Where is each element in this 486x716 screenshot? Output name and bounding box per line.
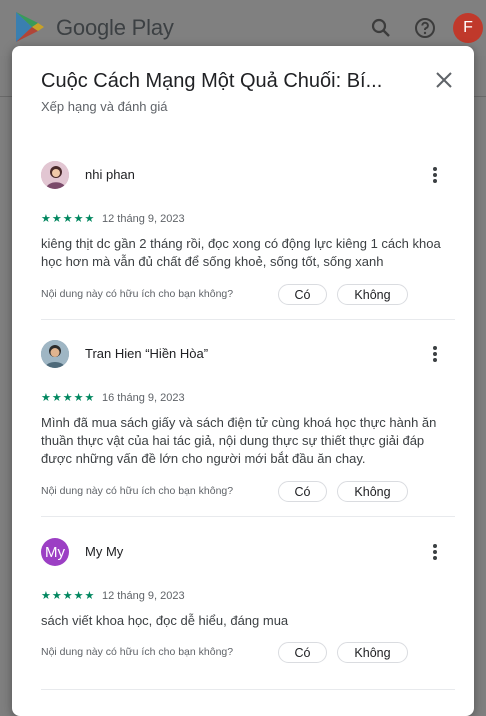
helpful-no-button[interactable]: Không [337, 284, 408, 305]
star-rating: ★★★★★ [41, 213, 96, 225]
more-options-icon[interactable] [425, 540, 445, 564]
reviewer-name: nhi phan [85, 167, 135, 182]
review-date: 12 tháng 9, 2023 [102, 590, 185, 602]
reviewer-name: My My [85, 544, 124, 559]
review-date: 16 tháng 9, 2023 [102, 392, 185, 404]
background-divider [0, 96, 12, 97]
reviewer-avatar: My [41, 538, 69, 566]
close-icon[interactable] [432, 68, 456, 92]
review-divider [41, 516, 455, 517]
dialog-subtitle: Xếp hạng và đánh giá [41, 99, 168, 114]
reviewer-photo-icon [41, 340, 69, 368]
help-icon[interactable] [413, 16, 437, 40]
review-text: Mình đã mua sách giấy và sách điện tử cù… [41, 415, 437, 466]
reviewer-name: Tran Hien “Hiền Hòa” [85, 346, 209, 361]
more-options-icon[interactable] [425, 342, 445, 366]
helpful-yes-button[interactable]: Có [278, 642, 327, 663]
reviewer-avatar [41, 340, 69, 368]
helpful-no-button[interactable]: Không [337, 642, 408, 663]
review-divider [41, 319, 455, 320]
helpful-question: Nội dung này có hữu ích cho bạn không? [41, 288, 234, 300]
helpful-question: Nội dung này có hữu ích cho bạn không? [41, 485, 234, 497]
account-avatar[interactable]: F [453, 13, 483, 43]
helpful-yes-button[interactable]: Có [278, 284, 327, 305]
search-icon[interactable] [369, 16, 393, 40]
background-divider [474, 96, 486, 97]
star-rating: ★★★★★ [41, 392, 96, 404]
more-options-icon[interactable] [425, 163, 445, 187]
review-text: kiêng thịt dc gần 2 tháng rồi, đọc xong … [41, 236, 441, 269]
reviews-dialog: Cuộc Cách Mạng Một Quả Chuối: Bí... Xếp … [12, 46, 474, 716]
star-rating: ★★★★★ [41, 590, 96, 602]
reviewer-avatar [41, 161, 69, 189]
helpful-no-button[interactable]: Không [337, 481, 408, 502]
review-date: 12 tháng 9, 2023 [102, 213, 185, 225]
review-divider [41, 689, 455, 690]
helpful-yes-button[interactable]: Có [278, 481, 327, 502]
brand-name: Google Play [56, 15, 174, 40]
google-play-logo-icon[interactable] [14, 10, 46, 44]
review-text: sách viết khoa học, đọc dễ hiểu, đáng mu… [41, 613, 289, 628]
helpful-question: Nội dung này có hữu ích cho bạn không? [41, 646, 234, 658]
reviewer-photo-icon [41, 161, 69, 189]
dialog-title: Cuộc Cách Mạng Một Quả Chuối: Bí... [41, 70, 383, 92]
